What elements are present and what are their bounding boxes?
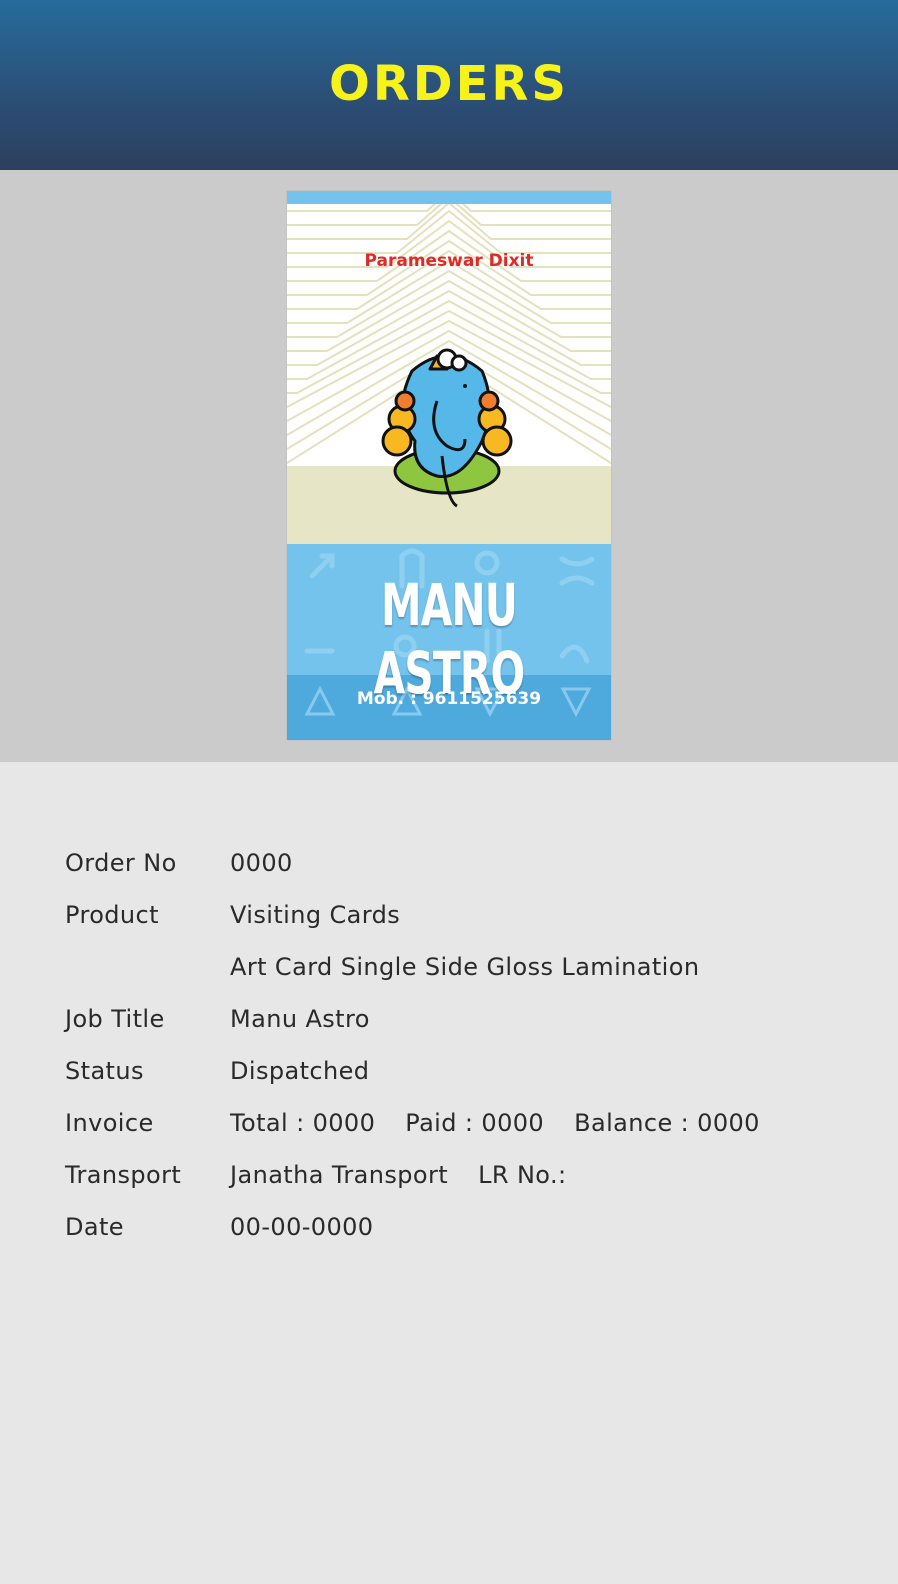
page-title: ORDERS [329,56,569,112]
invoice-balance: Balance : 0000 [574,1109,760,1137]
product-spec-row: Art Card Single Side Gloss Lamination [65,941,760,993]
invoice-row: Invoice Total : 0000 Paid : 0000 Balance :… [65,1097,760,1149]
product-spec-value: Art Card Single Side Gloss Lamination [230,953,700,981]
card-person-name: Parameswar Dixit [364,251,534,271]
job-title-value: Manu Astro [230,1005,370,1033]
header-bar: ORDERS [0,0,898,170]
order-no-value: 0000 [230,849,293,877]
lr-number: LR No.: [478,1161,567,1189]
card-brand-name: MANU ASTRO [373,571,525,707]
date-row: Date 00-00-0000 [65,1201,760,1253]
date-value: 00-00-0000 [230,1213,374,1241]
order-no-label: Order No [65,849,177,877]
product-row: Product Visiting Cards [65,889,760,941]
status-value: Dispatched [230,1057,370,1085]
product-value: Visiting Cards [230,901,401,929]
job-title-label: Job Title [65,1005,165,1033]
invoice-paid: Paid : 0000 [405,1109,545,1137]
transport-label: Transport [65,1161,182,1189]
product-label: Product [65,901,159,929]
invoice-label: Invoice [65,1109,154,1137]
date-label: Date [65,1213,124,1241]
job-title-row: Job Title Manu Astro [65,993,760,1045]
invoice-values: Total : 0000 Paid : 0000 Balance : 0000 [230,1109,760,1137]
order-details: Order No 0000 Product Visiting Cards Art… [65,837,760,1253]
invoice-total: Total : 0000 [230,1109,376,1137]
visiting-card-preview[interactable]: Parameswar Dixit MANU ASTRO Mob. : 96115… [287,191,611,740]
card-preview-area: Parameswar Dixit MANU ASTRO Mob. : 96115… [0,170,898,762]
status-label: Status [65,1057,144,1085]
order-no-row: Order No 0000 [65,837,760,889]
transport-row: Transport Janatha Transport LR No.: [65,1149,760,1201]
transport-values: Janatha Transport LR No.: [230,1161,566,1189]
card-mobile-number: Mob. : 9611525639 [356,689,542,709]
status-row: Status Dispatched [65,1045,760,1097]
transport-name: Janatha Transport [230,1161,449,1189]
